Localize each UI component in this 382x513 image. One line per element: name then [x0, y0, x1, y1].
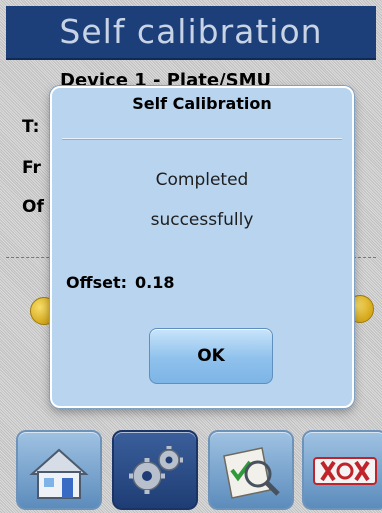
- page-title: Self calibration: [59, 12, 323, 51]
- offset-value: 0.18: [134, 273, 175, 292]
- background-label-temp: T:: [22, 117, 40, 137]
- dialog-separator: [62, 138, 342, 140]
- message-line-1: Completed: [155, 170, 249, 190]
- background-label-freq: Fr: [22, 158, 41, 178]
- dialog-title: Self Calibration: [132, 94, 272, 113]
- settings-button[interactable]: [112, 430, 198, 510]
- screen: Self calibration Device 1 - Plate/SMU T:…: [0, 0, 382, 513]
- inspect-button[interactable]: [208, 430, 294, 510]
- message-line-2: successfully: [150, 210, 254, 230]
- ok-button[interactable]: OK: [149, 328, 273, 384]
- exit-button[interactable]: [302, 430, 382, 510]
- offset-row: Offset: 0.18: [66, 273, 174, 292]
- home-button[interactable]: [16, 430, 102, 510]
- background-label-offset: Of: [22, 197, 44, 217]
- self-calibration-dialog: Self Calibration Completed successfully …: [50, 86, 354, 408]
- offset-label: Offset:: [66, 273, 127, 292]
- title-bar: Self calibration: [6, 6, 376, 60]
